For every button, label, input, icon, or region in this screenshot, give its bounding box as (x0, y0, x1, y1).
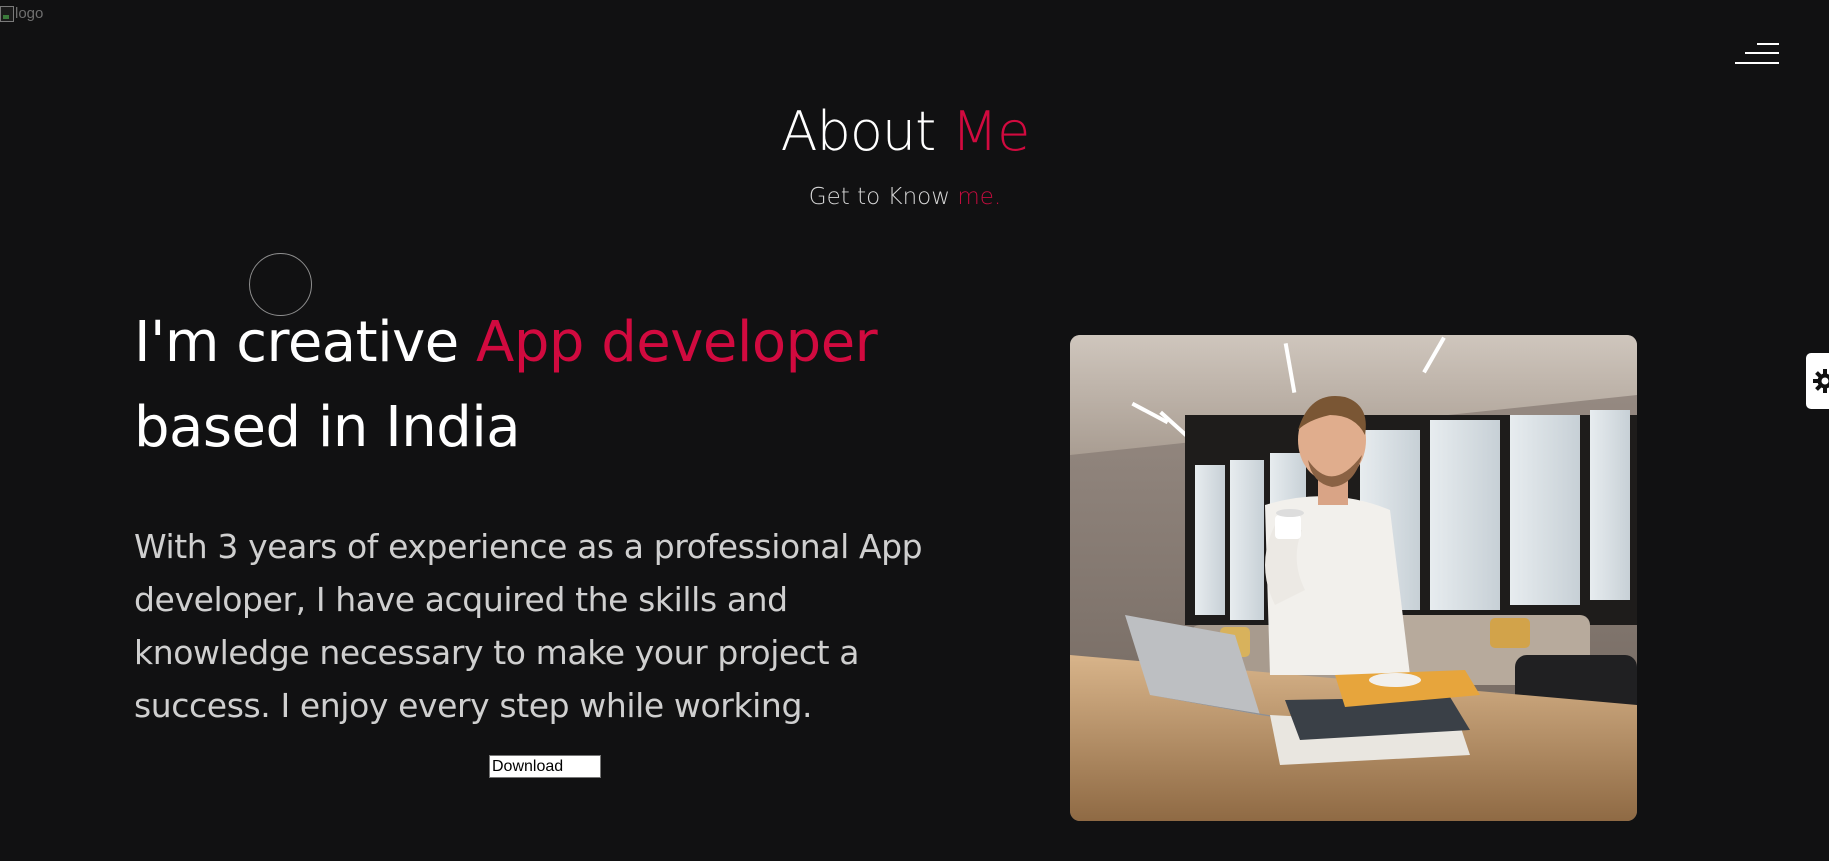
headline-part1: I'm creative (134, 310, 459, 375)
logo-alt-text: logo (15, 5, 44, 22)
section-subtitle-main: Get to Know (808, 184, 951, 210)
hamburger-menu-icon[interactable] (1733, 40, 1779, 68)
menu-line (1745, 52, 1779, 54)
about-paragraph: With 3 years of experience as a professi… (134, 527, 923, 725)
section-title-main: About (780, 100, 937, 163)
logo[interactable]: logo (0, 5, 43, 22)
headline: I'm creative App developer based in Indi… (134, 300, 994, 470)
download-button[interactable]: Download (489, 755, 601, 778)
headline-accent: App developer (476, 310, 878, 375)
section-title: About Me (0, 96, 1810, 168)
section-subtitle: Get to Know me. (0, 182, 1810, 212)
broken-image-icon (0, 5, 14, 22)
profile-photo (1070, 335, 1637, 821)
about-page: logo About Me Get to Know me. I'm creati… (0, 0, 1829, 861)
menu-line (1735, 62, 1779, 64)
menu-line (1757, 43, 1779, 45)
gear-icon (1813, 369, 1829, 393)
section-subtitle-accent: me. (957, 184, 1002, 210)
headline-part2: based in India (134, 395, 521, 460)
section-title-accent: Me (951, 100, 1031, 163)
settings-tab[interactable] (1806, 353, 1829, 409)
